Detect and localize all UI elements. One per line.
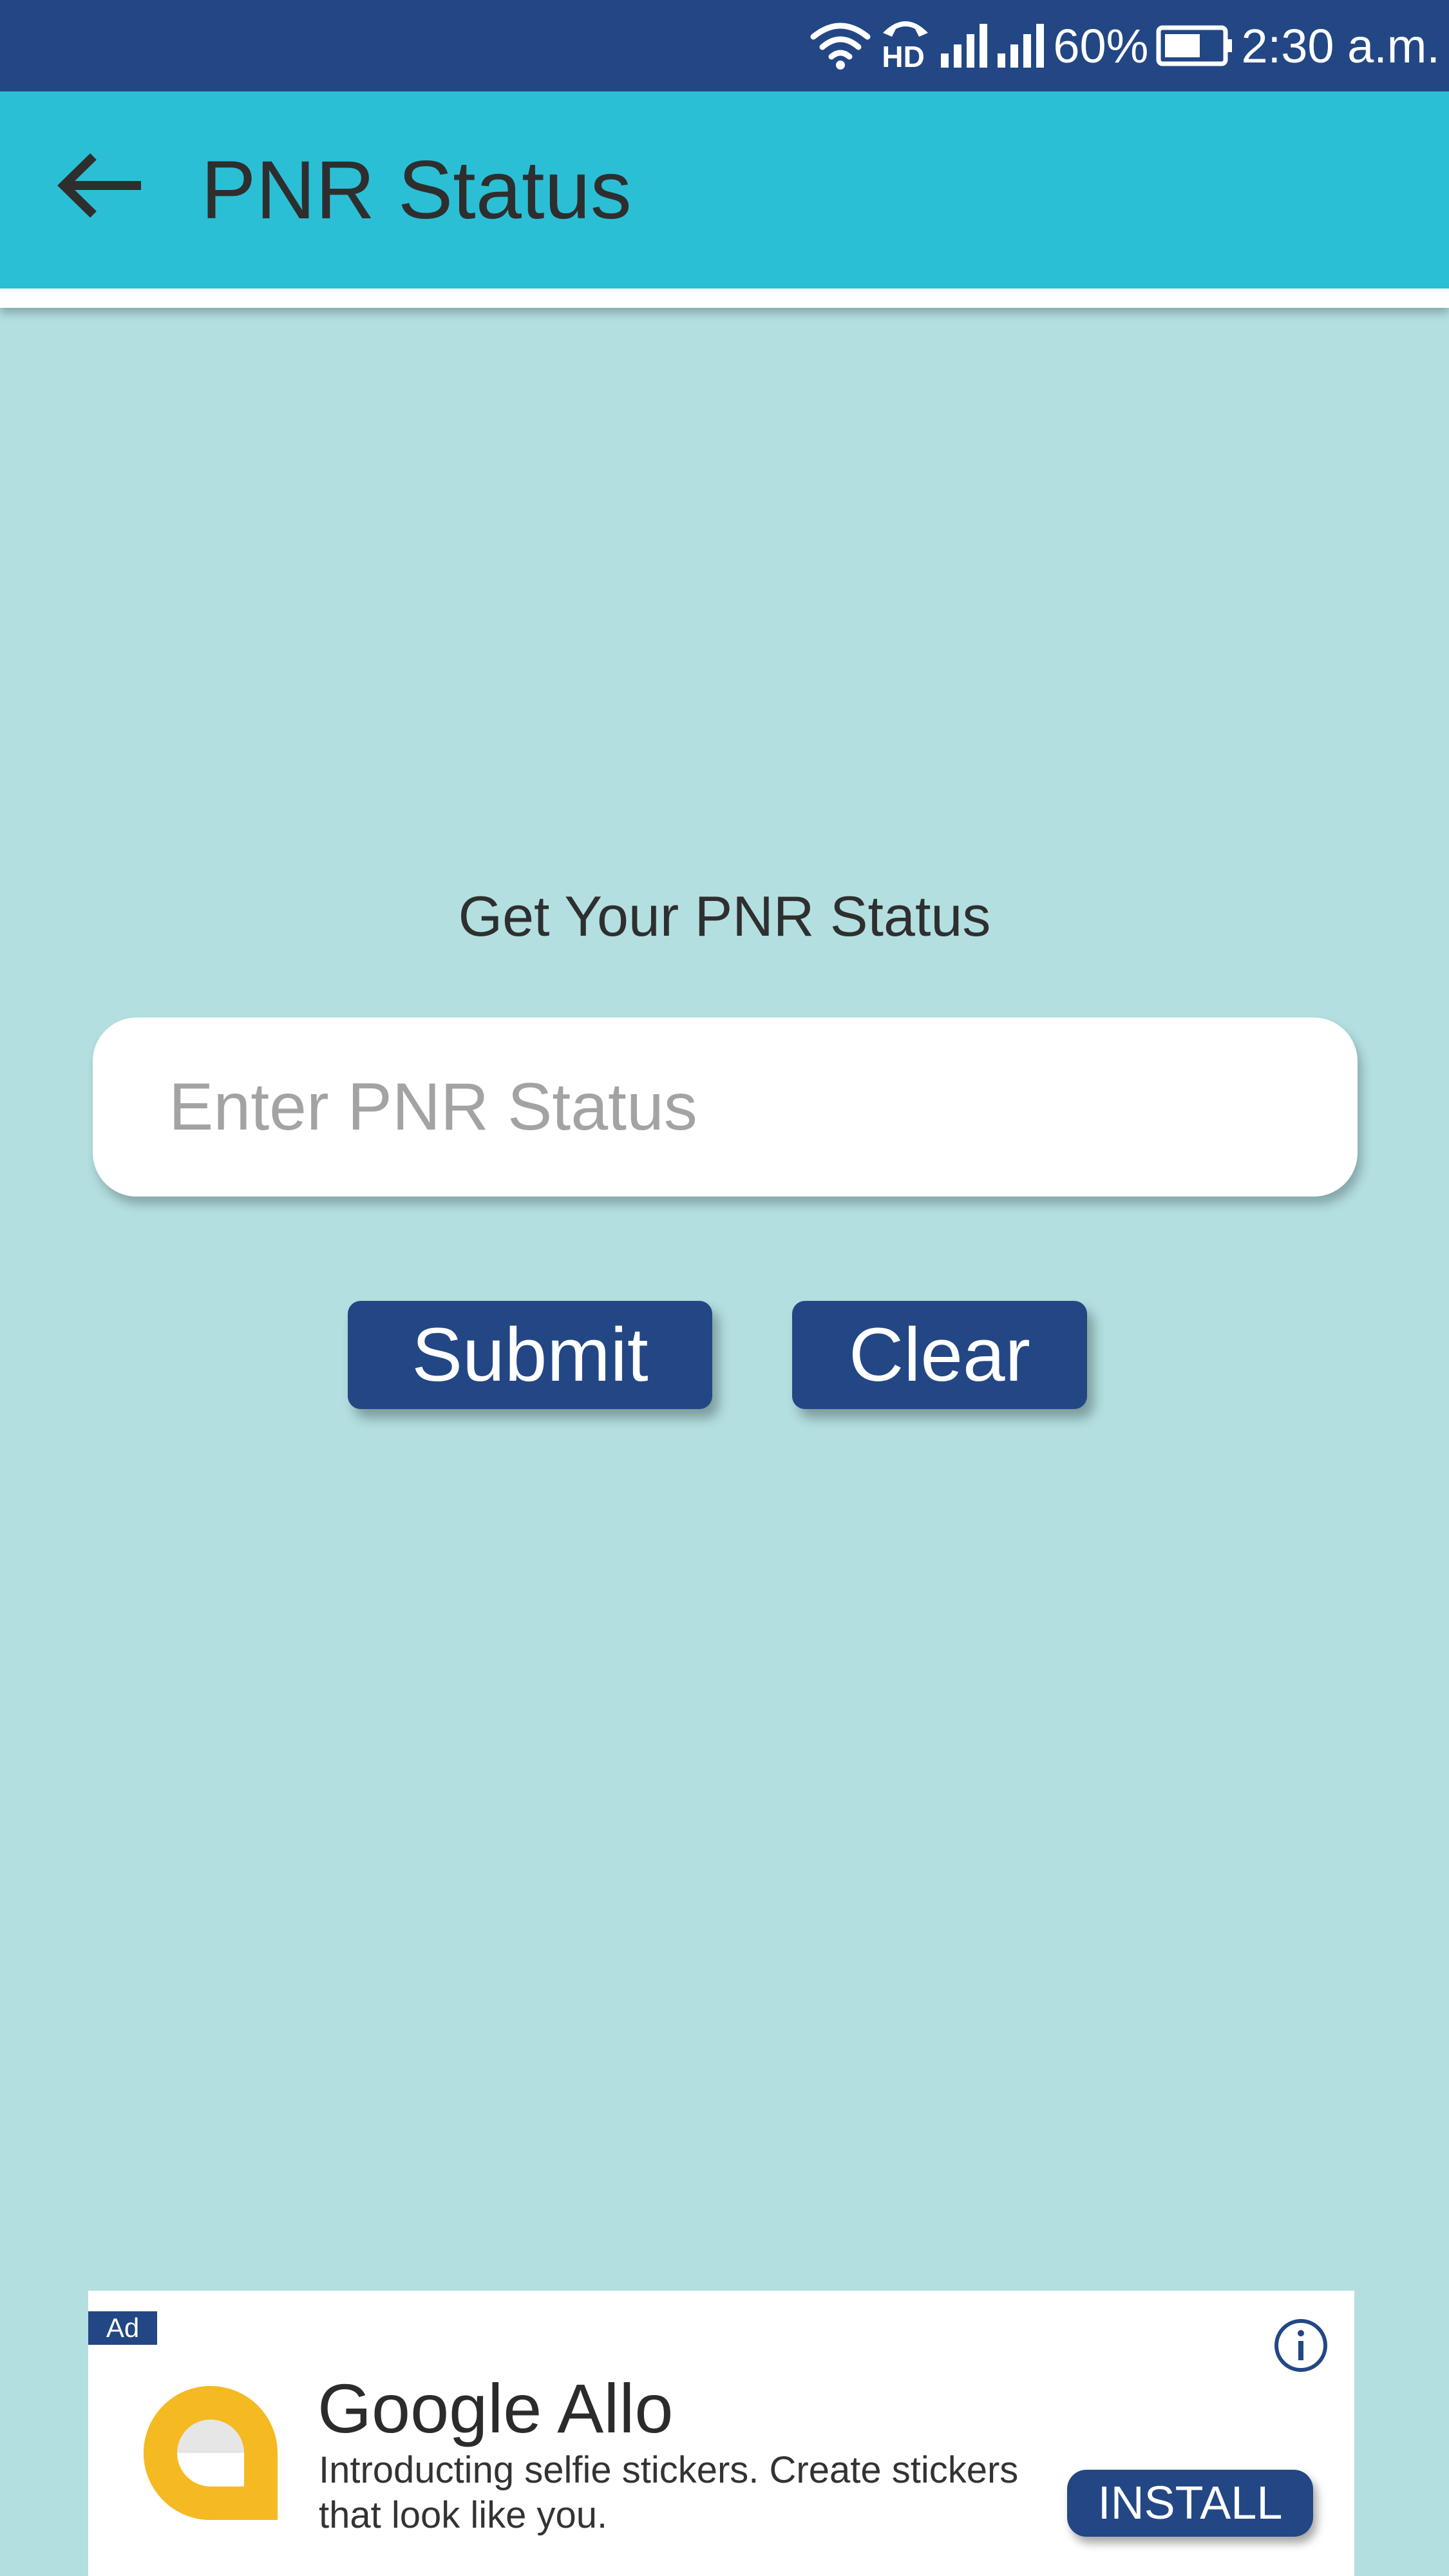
install-button[interactable]: INSTALL (1067, 2470, 1313, 2537)
ad-title: Google Allo (317, 2369, 674, 2447)
ad-description: Introducting selfie stickers. Create sti… (319, 2449, 1019, 2536)
form-heading: Get Your PNR Status (458, 884, 991, 948)
google-allo-logo-icon (140, 2382, 281, 2524)
status-icons: HD 60% 2:30 a.m. (810, 12, 1440, 80)
status-bar: HD 60% 2:30 a.m. (0, 0, 1449, 91)
hd-label: HD (882, 40, 925, 73)
hd-call-icon: HD (879, 14, 932, 78)
submit-button[interactable]: Submit (348, 1301, 712, 1409)
app-bar-divider (0, 289, 1449, 308)
arrow-left-icon (56, 150, 144, 224)
battery-icon (1156, 25, 1233, 66)
wifi-icon (810, 20, 871, 71)
status-time: 2:30 a.m. (1241, 19, 1440, 73)
ad-tag: Ad (88, 2311, 157, 2345)
clear-button[interactable]: Clear (792, 1301, 1087, 1409)
back-button[interactable] (52, 145, 148, 229)
page-title: PNR Status (201, 144, 632, 236)
info-icon[interactable] (1272, 2316, 1330, 2374)
pnr-input[interactable] (93, 1018, 1358, 1197)
ad-banner[interactable]: Ad Google Allo Introducting selfie stick… (88, 2291, 1354, 2576)
signal-icon (940, 23, 989, 69)
signal-icon (996, 23, 1045, 69)
battery-percent: 60% (1053, 19, 1149, 73)
